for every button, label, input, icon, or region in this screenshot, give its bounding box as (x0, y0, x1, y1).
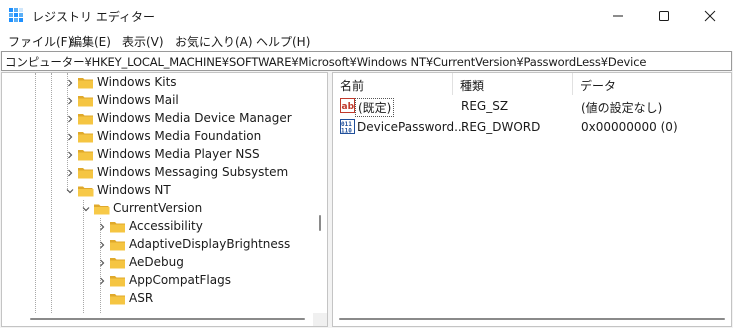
tree-item[interactable]: Windows Messaging Subsystem (2, 164, 312, 182)
tree-item[interactable]: ASR (2, 290, 312, 308)
close-button[interactable] (687, 0, 733, 31)
tree-vertical-scrollbar[interactable] (313, 73, 327, 313)
value-row[interactable]: 011 110 DevicePassword... REG_DWORD 0x00… (333, 118, 731, 136)
maximize-icon (659, 10, 669, 21)
tree-item-label: AdaptiveDisplayBrightness (129, 237, 291, 251)
tree-item[interactable]: Accessibility (2, 218, 312, 236)
tree-item-label: Windows Media Foundation (97, 129, 262, 143)
regedit-app-icon (9, 8, 23, 22)
value-name: DevicePassword... (357, 120, 466, 134)
key-tree-pane[interactable]: Windows Kits Windows Mail Windows Media De… (1, 72, 328, 327)
tree-item-label: AeDebug (129, 255, 184, 269)
chevron-right-icon[interactable] (64, 92, 76, 110)
tree-item[interactable]: Windows Media Device Manager (2, 110, 312, 128)
tree-item[interactable]: Windows Media Foundation (2, 128, 312, 146)
window-title: レジストリ エディター (32, 10, 155, 24)
chevron-right-icon[interactable] (64, 128, 76, 146)
tree-item-label: Windows Media Player NSS (97, 147, 260, 161)
folder-icon (77, 112, 94, 126)
scrollbar-corner (313, 313, 327, 326)
chevron-down-icon[interactable] (80, 200, 92, 218)
tree-item-label: Windows Kits (97, 75, 177, 89)
svg-text:110: 110 (341, 128, 352, 135)
folder-icon (109, 292, 126, 306)
folder-icon (77, 76, 94, 90)
folder-icon (109, 220, 126, 234)
tree-item[interactable]: Windows Kits (2, 74, 312, 92)
scrollbar-thumb[interactable] (30, 318, 305, 320)
column-header-label: データ (580, 79, 617, 93)
tree-horizontal-scrollbar[interactable] (2, 313, 313, 326)
minimize-button[interactable] (595, 0, 641, 31)
folder-icon (109, 274, 126, 288)
tree-item[interactable]: AdaptiveDisplayBrightness (2, 236, 312, 254)
menu-help[interactable]: ヘルプ(H) (256, 33, 310, 50)
folder-icon (109, 256, 126, 270)
menu-view[interactable]: 表示(V) (122, 33, 164, 50)
tree-item[interactable]: Windows Mail (2, 92, 312, 110)
menu-file[interactable]: ファイル(F) (8, 33, 72, 50)
tree-item[interactable]: CurrentVersion (2, 200, 312, 218)
folder-icon (77, 130, 94, 144)
value-row[interactable]: ab (既定) REG_SZ (値の設定なし) (333, 97, 731, 117)
column-header-label: 種類 (460, 79, 485, 93)
minimize-icon (613, 15, 623, 16)
value-type: REG_SZ (461, 99, 509, 113)
column-header-type[interactable]: 種類 (453, 73, 573, 95)
value-list-pane[interactable]: 名前 種類 データ ab (既定) REG_SZ (値の設定なし) 011 11… (332, 72, 732, 327)
string-value-icon: ab (340, 98, 355, 113)
tree-item-label: Windows Mail (97, 93, 179, 107)
menu-edit[interactable]: 編集(E) (70, 33, 111, 50)
value-type: REG_DWORD (461, 120, 541, 134)
chevron-right-icon[interactable] (64, 146, 76, 164)
chevron-down-icon[interactable] (64, 182, 76, 200)
tree-item-label: Windows Media Device Manager (97, 111, 292, 125)
chevron-right-icon[interactable] (64, 164, 76, 182)
chevron-right-icon[interactable] (96, 254, 108, 272)
tree-item-label: ASR (129, 291, 154, 305)
folder-icon (77, 148, 94, 162)
folder-icon (109, 238, 126, 252)
chevron-right-icon[interactable] (96, 218, 108, 236)
address-path[interactable]: コンピューター¥HKEY_LOCAL_MACHINE¥SOFTWARE¥Micr… (5, 54, 646, 70)
folder-icon (77, 94, 94, 108)
value-data: (値の設定なし) (581, 101, 663, 115)
column-header-name[interactable]: 名前 (333, 73, 453, 95)
binary-value-icon: 011 110 (340, 119, 355, 134)
column-header-label: 名前 (340, 79, 365, 93)
value-data: 0x00000000 (0) (581, 120, 678, 134)
scrollbar-thumb[interactable] (339, 318, 725, 320)
tree-item[interactable]: Windows NT (2, 182, 312, 200)
tree-item[interactable]: Windows Media Player NSS (2, 146, 312, 164)
tree-item-label: CurrentVersion (113, 201, 203, 215)
tree-item[interactable]: AeDebug (2, 254, 312, 272)
tree-item-label: Accessibility (129, 219, 203, 233)
address-bar[interactable]: コンピューター¥HKEY_LOCAL_MACHINE¥SOFTWARE¥Micr… (1, 51, 732, 71)
folder-icon (77, 166, 94, 180)
menu-favorites[interactable]: お気に入り(A) (175, 33, 253, 50)
tree-item-label: Windows Messaging Subsystem (97, 165, 289, 179)
folder-open-icon (77, 184, 94, 198)
maximize-button[interactable] (641, 0, 687, 31)
column-header-data[interactable]: データ (573, 73, 731, 95)
menu-bar: ファイル(F) 編集(E) 表示(V) お気に入り(A) ヘルプ(H) (0, 31, 733, 51)
chevron-right-icon[interactable] (96, 272, 108, 290)
svg-text:ab: ab (342, 102, 355, 112)
close-icon (704, 10, 716, 21)
title-bar: レジストリ エディター (0, 0, 733, 31)
tree-item[interactable]: AppCompatFlags (2, 272, 312, 290)
folder-open-icon (93, 202, 110, 216)
tree-item-label: Windows NT (97, 183, 171, 197)
chevron-right-icon[interactable] (64, 74, 76, 92)
value-name: (既定) (355, 98, 395, 117)
scrollbar-thumb[interactable] (319, 215, 321, 231)
chevron-right-icon[interactable] (96, 236, 108, 254)
list-horizontal-scrollbar[interactable] (333, 313, 731, 326)
chevron-right-icon[interactable] (64, 110, 76, 128)
tree-item-label: AppCompatFlags (129, 273, 231, 287)
